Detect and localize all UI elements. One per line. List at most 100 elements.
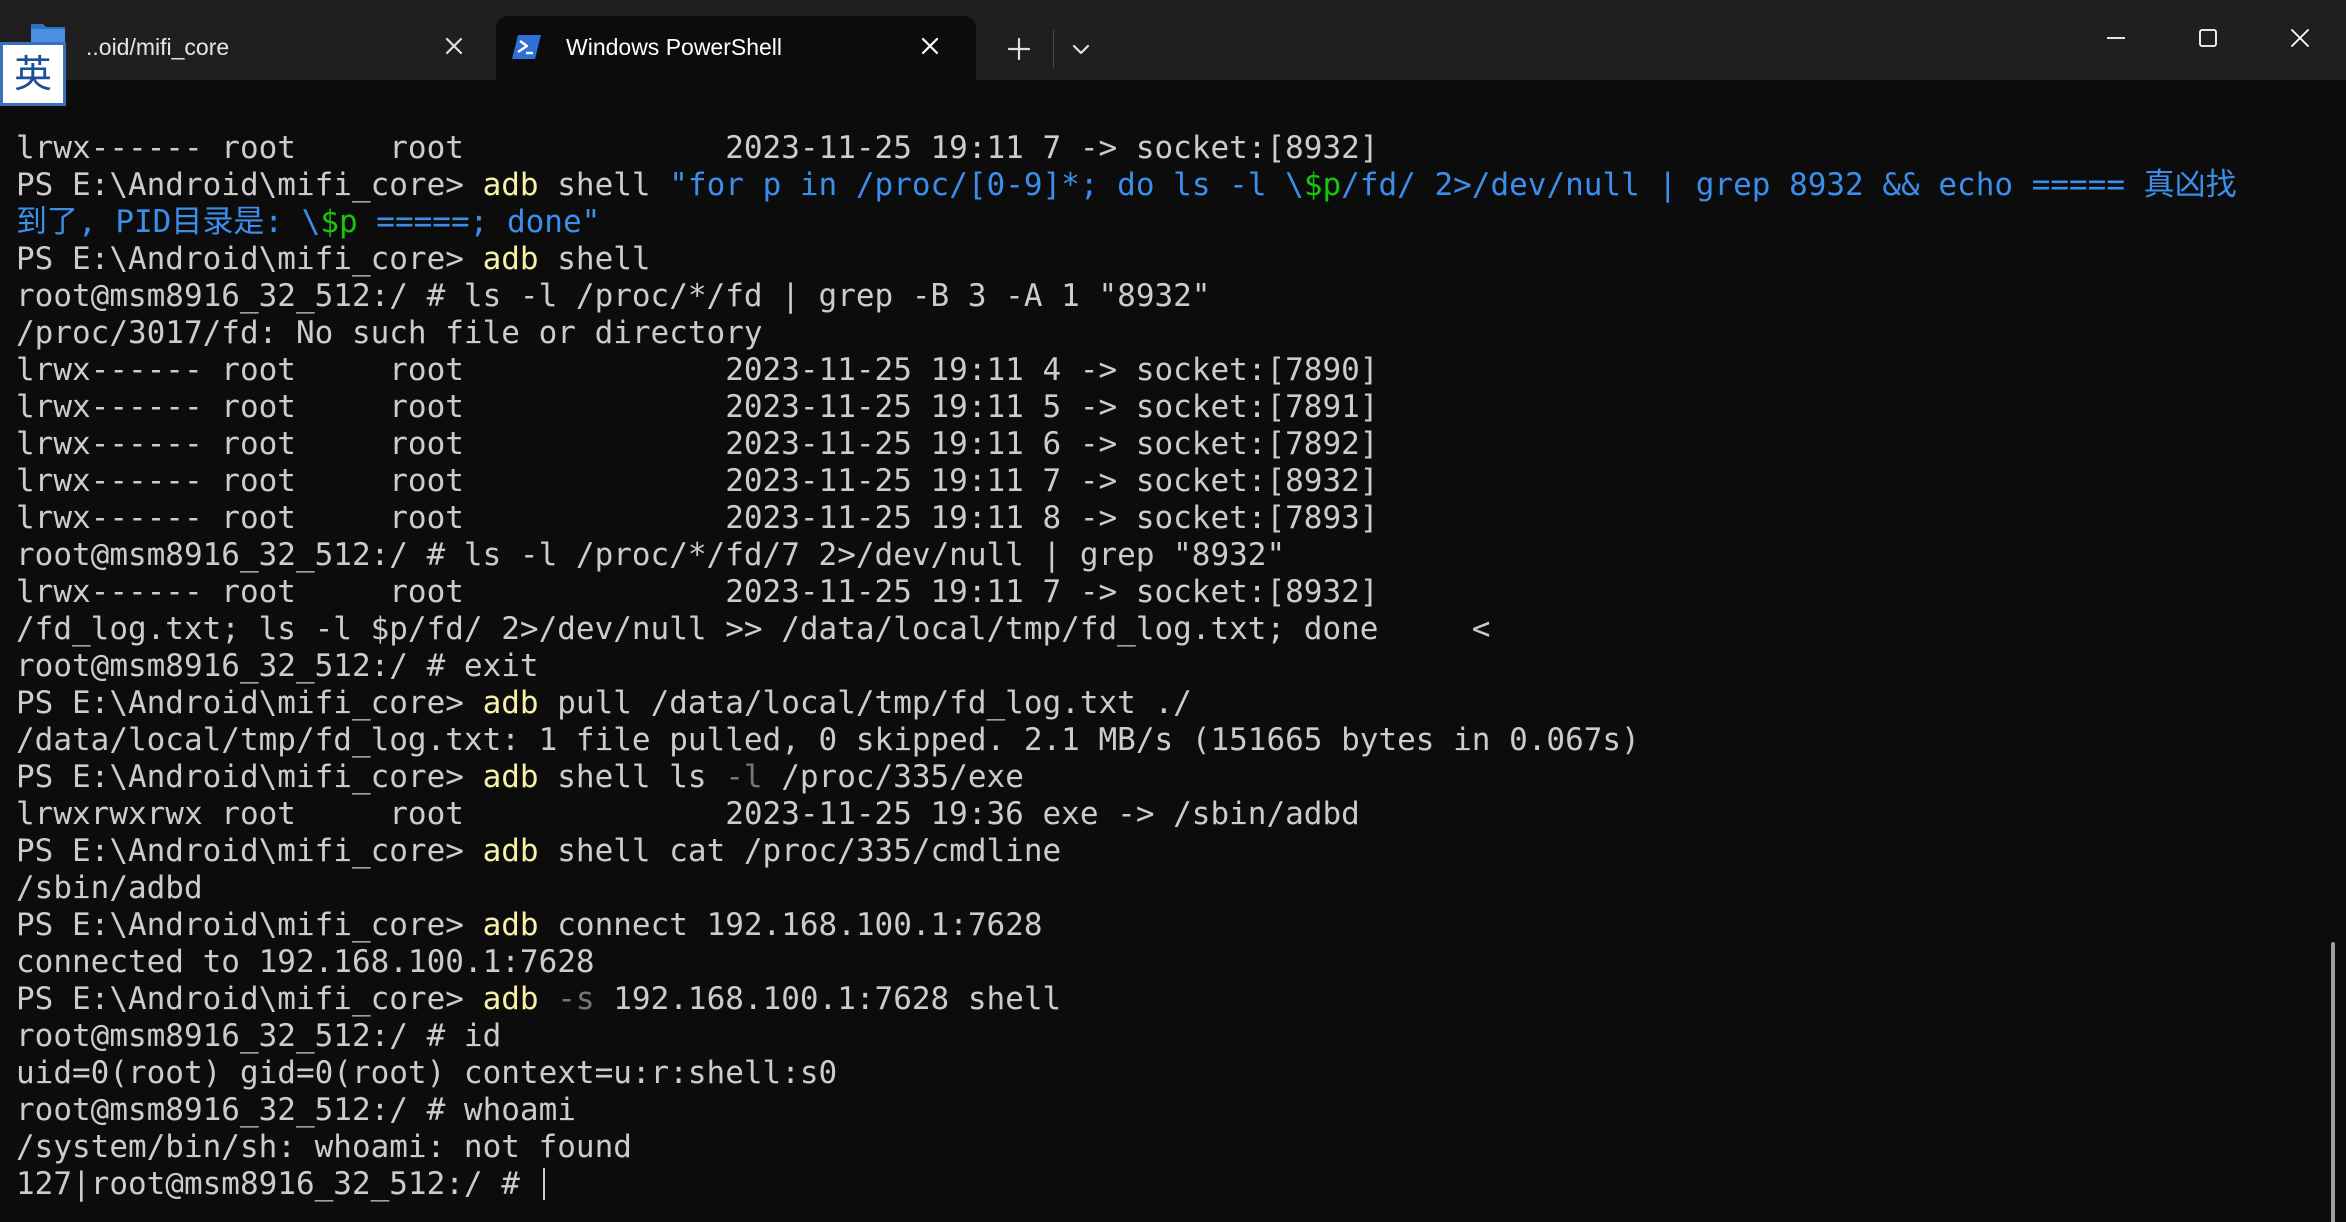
terminal-text: PS E:\Android\mifi_core> [16, 907, 483, 943]
terminal-text: root@msm8916_32_512:/ # whoami [16, 1092, 576, 1128]
terminal-line: PS E:\Android\mifi_core> adb connect 192… [16, 907, 2237, 944]
terminal-line: 到了, PID目录是: \$p =====; done" [16, 204, 2237, 241]
tab-windows-powershell[interactable]: Windows PowerShell [496, 16, 976, 80]
terminal-line: root@msm8916_32_512:/ # ls -l /proc/*/fd… [16, 278, 2237, 315]
terminal-line: PS E:\Android\mifi_core> adb shell cat /… [16, 833, 2237, 870]
terminal-text: connected to 192.168.100.1:7628 [16, 944, 595, 980]
terminal-text: /proc/3017/fd: No such file or directory [16, 315, 763, 351]
tab-mifi-core[interactable]: ..oid/mifi_core [0, 16, 490, 80]
terminal-text: /system/bin/sh: whoami: not found [16, 1129, 632, 1165]
terminal-line: /system/bin/sh: whoami: not found [16, 1129, 2237, 1166]
terminal-line: /data/local/tmp/fd_log.txt: 1 file pulle… [16, 722, 2237, 759]
terminal-text: connect 192.168.100.1:7628 [538, 907, 1043, 943]
close-window-button[interactable] [2280, 18, 2320, 58]
title-bar: ..oid/mifi_core Windows PowerShell [0, 0, 2346, 80]
terminal-text: lrwx------ root root 2023-11-25 19:11 4 … [16, 352, 1379, 388]
terminal-line: lrwx------ root root 2023-11-25 19:11 6 … [16, 426, 2237, 463]
terminal-text: lrwx------ root root 2023-11-25 19:11 7 … [16, 463, 1379, 499]
terminal-line: lrwx------ root root 2023-11-25 19:11 4 … [16, 352, 2237, 389]
terminal-text: root@msm8916_32_512:/ # id [16, 1018, 502, 1054]
terminal-text: uid=0(root) gid=0(root) context=u:r:shel… [16, 1055, 838, 1091]
chevron-down-icon[interactable] [1060, 28, 1102, 70]
terminal-text: =====; done" [357, 204, 601, 240]
close-icon[interactable] [440, 32, 468, 60]
terminal-text: adb [482, 759, 539, 795]
terminal-text: lrwx------ root root 2023-11-25 19:11 8 … [16, 500, 1379, 536]
terminal-text: adb [482, 167, 539, 203]
terminal-text: PS E:\Android\mifi_core> [16, 981, 483, 1017]
terminal-text: -l [725, 759, 763, 795]
terminal-text: shell [538, 167, 670, 203]
terminal-text: adb [482, 241, 539, 277]
terminal-line: lrwx------ root root 2023-11-25 19:11 7 … [16, 463, 2237, 500]
terminal-line: PS E:\Android\mifi_core> adb -s 192.168.… [16, 981, 2237, 1018]
terminal-text: shell [538, 241, 651, 277]
terminal-text: lrwx------ root root 2023-11-25 19:11 6 … [16, 426, 1379, 462]
terminal-text: "for p in /proc/[0-9]*; do ls -l \ [669, 167, 1304, 203]
terminal-text: adb [482, 907, 539, 943]
terminal-line: PS E:\Android\mifi_core> adb pull /data/… [16, 685, 2237, 722]
terminal-line: root@msm8916_32_512:/ # exit [16, 648, 2237, 685]
terminal-text: lrwx------ root root 2023-11-25 19:11 7 … [16, 574, 1379, 610]
terminal-text: lrwxrwxrwx root root 2023-11-25 19:36 ex… [16, 796, 1360, 832]
terminal-line: lrwxrwxrwx root root 2023-11-25 19:36 ex… [16, 796, 2237, 833]
terminal-line: root@msm8916_32_512:/ # ls -l /proc/*/fd… [16, 537, 2237, 574]
terminal-text: 到了, PID目录是: \ [16, 204, 321, 240]
terminal-line: 127|root@msm8916_32_512:/ # [16, 1166, 2237, 1203]
terminal-text: shell cat /proc/335/cmdline [538, 833, 1062, 869]
terminal-line: lrwx------ root root 2023-11-25 19:11 8 … [16, 500, 2237, 537]
terminal-text: PS E:\Android\mifi_core> [16, 759, 483, 795]
terminal-text: PS E:\Android\mifi_core> [16, 167, 483, 203]
tab-label: Windows PowerShell [566, 34, 783, 60]
terminal-line: uid=0(root) gid=0(root) context=u:r:shel… [16, 1055, 2237, 1092]
terminal-text: /fd_log.txt; ls -l $p/fd/ 2>/dev/null >>… [16, 611, 1491, 647]
terminal-text: lrwx------ root root 2023-11-25 19:11 7 … [16, 130, 1379, 166]
terminal-text: PS E:\Android\mifi_core> [16, 241, 483, 277]
terminal-text: root@msm8916_32_512:/ # exit [16, 648, 539, 684]
close-icon[interactable] [916, 32, 944, 60]
terminal-line: PS E:\Android\mifi_core> adb shell "for … [16, 167, 2237, 204]
terminal-text: 192.168.100.1:7628 shell [594, 981, 1062, 1017]
terminal-text: shell ls [538, 759, 726, 795]
terminal-text: /proc/335/exe [762, 759, 1024, 795]
terminal-text: PS E:\Android\mifi_core> [16, 685, 483, 721]
terminal-text: /data/local/tmp/fd_log.txt: 1 file pulle… [16, 722, 1640, 758]
tab-label: ..oid/mifi_core [86, 34, 230, 60]
maximize-button[interactable] [2188, 18, 2228, 58]
terminal-text: /sbin/adbd [16, 870, 203, 906]
ime-indicator: 英 [0, 42, 66, 106]
minimize-button[interactable] [2096, 18, 2136, 58]
tab-divider [1053, 30, 1054, 68]
terminal-line: /proc/3017/fd: No such file or directory [16, 315, 2237, 352]
terminal-text: PS E:\Android\mifi_core> [16, 833, 483, 869]
terminal-line: /sbin/adbd [16, 870, 2237, 907]
terminal-text: pull /data/local/tmp/fd_log.txt ./ [538, 685, 1192, 721]
terminal-lines: lrwx------ root root 2023-11-25 19:11 7 … [16, 130, 2237, 1203]
terminal-line: lrwx------ root root 2023-11-25 19:11 7 … [16, 574, 2237, 611]
terminal-line: root@msm8916_32_512:/ # whoami [16, 1092, 2237, 1129]
terminal-line: root@msm8916_32_512:/ # id [16, 1018, 2237, 1055]
terminal-text: lrwx------ root root 2023-11-25 19:11 5 … [16, 389, 1379, 425]
terminal-text: $p [320, 204, 358, 240]
text-cursor [542, 1168, 545, 1200]
terminal-line: PS E:\Android\mifi_core> adb shell [16, 241, 2237, 278]
terminal-text: -s [557, 981, 595, 1017]
terminal-line: connected to 192.168.100.1:7628 [16, 944, 2237, 981]
terminal-output[interactable]: lrwx------ root root 2023-11-25 19:11 7 … [0, 80, 2346, 1222]
new-tab-button[interactable] [998, 28, 1040, 70]
terminal-text: adb [482, 981, 539, 1017]
terminal-line: PS E:\Android\mifi_core> adb shell ls -l… [16, 759, 2237, 796]
terminal-text: /fd/ 2>/dev/null | grep 8932 && echo ===… [1341, 167, 2237, 203]
terminal-line: lrwx------ root root 2023-11-25 19:11 5 … [16, 389, 2237, 426]
terminal-text: 127|root@msm8916_32_512:/ # [16, 1166, 539, 1202]
terminal-text: adb [482, 685, 539, 721]
terminal-text: adb [482, 833, 539, 869]
terminal-text: root@msm8916_32_512:/ # ls -l /proc/*/fd… [16, 278, 1211, 314]
powershell-icon [512, 35, 541, 59]
terminal-line: lrwx------ root root 2023-11-25 19:11 7 … [16, 130, 2237, 167]
scrollbar-thumb[interactable] [2331, 942, 2335, 1222]
terminal-text: $p [1303, 167, 1342, 203]
terminal-line: /fd_log.txt; ls -l $p/fd/ 2>/dev/null >>… [16, 611, 2237, 648]
terminal-text: root@msm8916_32_512:/ # ls -l /proc/*/fd… [16, 537, 1286, 573]
